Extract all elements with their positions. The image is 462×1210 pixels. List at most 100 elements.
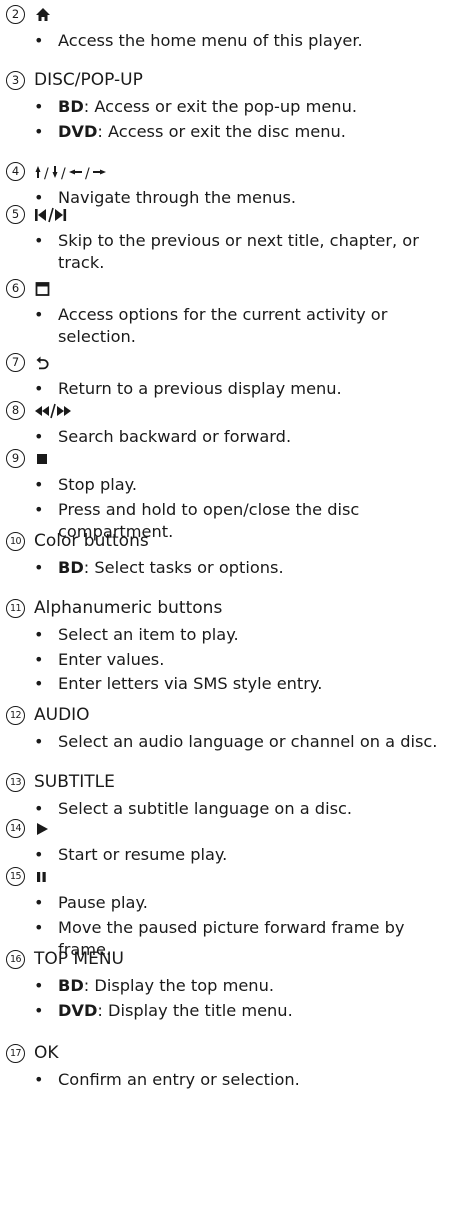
- bullet-description: Pause play.: [58, 893, 148, 912]
- bullet-description: : Display the title menu.: [97, 1000, 293, 1020]
- svg-text:/: /: [44, 166, 49, 181]
- bullet-text: BD: Access or exit the pop-up menu.: [58, 96, 454, 118]
- bullet-text: Search backward or forward.: [58, 426, 454, 448]
- bullet-list: • Access the home menu of this player.: [0, 30, 462, 55]
- bullet-dot: •: [34, 976, 44, 995]
- bullet-text: Access the home menu of this player.: [58, 30, 454, 52]
- bullet-description: : Access or exit the disc menu.: [97, 121, 346, 141]
- entry-number: 12: [6, 706, 25, 725]
- bullet-dot: •: [34, 475, 44, 494]
- bullet-text: Navigate through the menus.: [58, 187, 454, 209]
- bullet-list: • Confirm an entry or selection.: [0, 1069, 462, 1094]
- bullet-dot: •: [34, 1070, 44, 1089]
- bullet-dot: •: [34, 558, 44, 577]
- bullet-dot: •: [34, 97, 44, 116]
- bullet-item: • Select an item to play.: [0, 624, 462, 646]
- bullet-item: • Access options for the current activity…: [0, 304, 462, 348]
- bullet-label: DVD: [58, 1000, 98, 1020]
- bullet-item: • DVD: Display the title menu.: [0, 1000, 462, 1022]
- entry-number: 9: [6, 449, 25, 468]
- entry-heading: SUBTITLE: [34, 772, 115, 792]
- bullet-list: • Select an audio language or channel on …: [0, 731, 462, 756]
- bullet-text: DVD: Access or exit the disc menu.: [58, 121, 454, 143]
- bullet-description: Access the home menu of this player.: [58, 31, 363, 50]
- entry-number: 2: [6, 5, 25, 24]
- bullet-dot: •: [34, 231, 44, 250]
- bullet-item: • Pause play.: [0, 892, 462, 914]
- entry-number: 13: [6, 773, 25, 792]
- svg-text:/: /: [61, 166, 66, 181]
- play-icon: [34, 820, 52, 838]
- bullet-dot: •: [34, 917, 44, 937]
- bullet-dot: •: [34, 427, 44, 446]
- home-icon: [34, 6, 52, 24]
- bullet-description: Access options for the current activity …: [58, 305, 388, 346]
- bullet-dot: •: [34, 893, 44, 912]
- entry-heading: Alphanumeric buttons: [34, 598, 223, 618]
- bullet-item: • Search backward or forward.: [0, 426, 462, 448]
- entry-number: 16: [6, 950, 25, 969]
- bullet-description: Enter letters via SMS style entry.: [58, 674, 323, 694]
- bullet-text: Select an item to play.: [58, 624, 454, 646]
- bullet-text: Start or resume play.: [58, 844, 454, 866]
- bullet-text: Enter letters via SMS style entry.: [58, 673, 454, 695]
- bullet-text: Pause play.: [58, 892, 454, 914]
- bullet-dot: •: [34, 799, 44, 818]
- entry-number: 8: [6, 401, 25, 420]
- bullet-item: • DVD: Access or exit the disc menu.: [0, 121, 462, 143]
- bullet-text: Enter values.: [58, 649, 454, 671]
- bullet-item: • Enter letters via SMS style entry.: [0, 673, 462, 695]
- bullet-dot: •: [34, 674, 44, 694]
- bullet-item: • Access the home menu of this player.: [0, 30, 462, 52]
- bullet-dot: •: [34, 1000, 44, 1020]
- bullet-label: BD: [58, 97, 84, 116]
- bullet-description: Select a subtitle language on a disc.: [58, 799, 353, 818]
- entry-heading: AUDIO: [34, 705, 90, 725]
- bullet-list: • BD: Display the top menu. • DVD: Display …: [0, 975, 462, 1024]
- bullet-description: Start or resume play.: [58, 845, 228, 864]
- bullet-item: • Return to a previous display menu.: [0, 378, 462, 400]
- entry-number: 15: [6, 867, 25, 886]
- bullet-description: Navigate through the menus.: [58, 188, 297, 207]
- bullet-text: DVD: Display the title menu.: [58, 1000, 454, 1022]
- bullet-text: Stop play.: [58, 474, 454, 496]
- entry-number: 14: [6, 819, 25, 838]
- entry-number: 10: [6, 532, 25, 551]
- bullet-dot: •: [34, 625, 44, 644]
- bullet-list: • BD: Select tasks or options.: [0, 557, 462, 582]
- skip-previous-next-icon: [34, 206, 74, 224]
- bullet-dot: •: [34, 732, 44, 751]
- rewind-fast-forward-icon: [34, 402, 80, 420]
- bullet-item: • Confirm an entry or selection.: [0, 1069, 462, 1091]
- entry-heading: Color buttons: [34, 531, 149, 551]
- bullet-dot: •: [34, 379, 44, 398]
- entry-number: 17: [6, 1044, 25, 1063]
- bullet-list: • Search backward or forward.: [0, 426, 462, 451]
- bullet-dot: •: [34, 499, 44, 519]
- bullet-description: Select an item to play.: [58, 625, 239, 644]
- entry-heading: DISC/POP-UP: [34, 70, 143, 90]
- bullet-description: : Display the top menu.: [83, 976, 274, 995]
- bullet-item: • Skip to the previous or next title, cha…: [0, 230, 462, 274]
- bullet-list: • Access options for the current activity…: [0, 304, 462, 351]
- entry-number: 3: [6, 71, 25, 90]
- entry-number: 6: [6, 279, 25, 298]
- entry-number: 4: [6, 162, 25, 181]
- bullet-dot: •: [34, 305, 44, 324]
- entry-heading: TOP MENU: [34, 949, 124, 969]
- entry-heading: OK: [34, 1043, 59, 1063]
- svg-text:/: /: [85, 166, 90, 181]
- options-icon: [34, 280, 52, 298]
- bullet-list: • BD: Access or exit the pop-up menu. • DVD…: [0, 96, 462, 145]
- bullet-description: Select an audio language or channel on a…: [58, 732, 438, 751]
- bullet-description: Confirm an entry or selection.: [58, 1070, 300, 1089]
- entry-number: 5: [6, 205, 25, 224]
- bullet-item: • Stop play.: [0, 474, 462, 496]
- bullet-item: • Start or resume play.: [0, 844, 462, 866]
- bullet-list: • Return to a previous display menu.: [0, 378, 462, 403]
- bullet-text: Select a subtitle language on a disc.: [58, 798, 454, 820]
- bullet-dot: •: [34, 121, 44, 141]
- bullet-description: : Select tasks or options.: [83, 558, 284, 577]
- navigation-arrows-icon: / / /: [34, 163, 108, 181]
- bullet-text: Select an audio language or channel on a…: [58, 731, 454, 753]
